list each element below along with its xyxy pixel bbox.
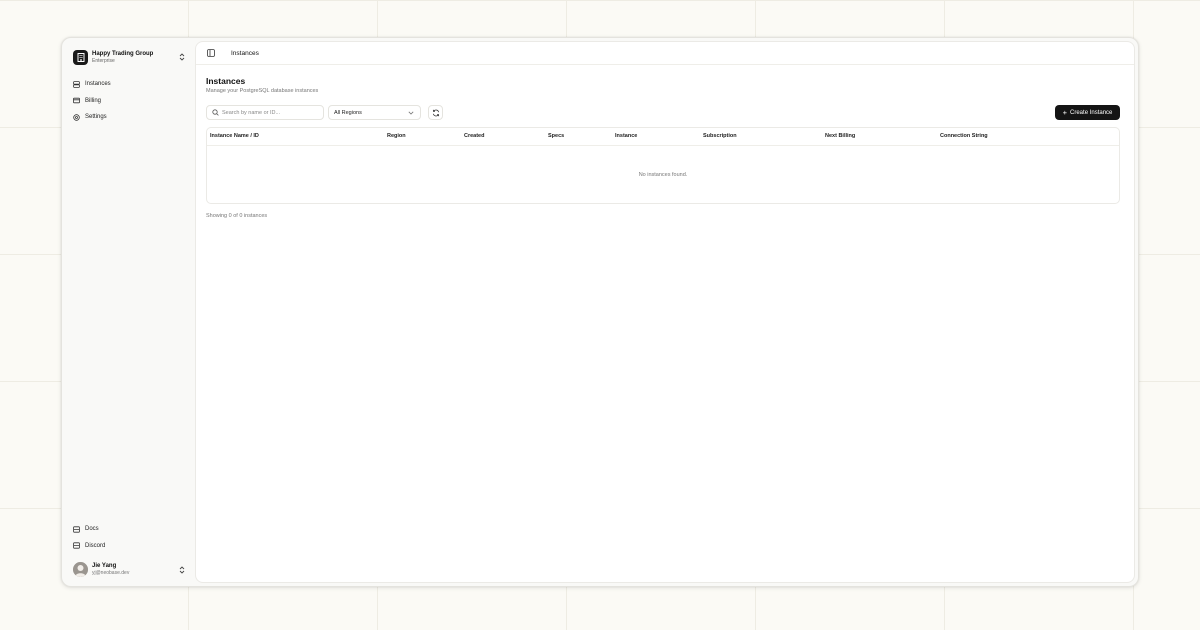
sidebar-toggle-icon[interactable] [206,48,216,58]
chevrons-up-down-icon [178,52,186,62]
topbar: Instances [196,42,1134,65]
column-header-connection-string[interactable]: Connection String [940,133,988,140]
sidebar-item-label: Instances [85,81,111,87]
sidebar-item-label: Billing [85,97,102,104]
user-email: yj@neobase.dev [92,570,130,576]
chevron-down-icon [408,111,414,115]
column-header-next-billing[interactable]: Next Billing [825,133,855,140]
column-header-name[interactable]: Instance Name / ID [210,133,259,140]
org-switcher[interactable]: Happy Trading Group Enterprise [73,49,186,65]
database-icon [73,80,80,88]
column-header-created[interactable]: Created [464,133,484,140]
column-header-specs[interactable]: Specs [548,133,564,140]
user-menu[interactable]: Jie Yang yj@neobase.dev [73,561,186,578]
table-header: Instance Name / ID Region Created Specs … [207,128,1119,146]
sidebar-item-settings[interactable]: Settings [73,111,186,123]
column-header-instance[interactable]: Instance [615,133,637,140]
refresh-icon [432,109,439,116]
sidebar-bottom-nav: Docs Discord [73,523,186,556]
results-count: Showing 0 of 0 instances [206,213,268,219]
sidebar-item-label: Docs [85,526,99,532]
chat-icon [73,542,80,549]
region-select[interactable]: All Regions [328,105,421,120]
sidebar: Happy Trading Group Enterprise Instances… [62,38,195,586]
column-header-subscription[interactable]: Subscription [703,133,737,140]
gear-icon [73,113,80,121]
sidebar-nav: Instances Billing Settings [73,78,186,128]
main-panel: Instances Instances Manage your PostgreS… [195,41,1135,583]
book-icon [73,525,80,533]
chevrons-up-down-icon [178,565,186,575]
create-instance-label: Create Instance [1070,109,1113,116]
page-subtitle: Manage your PostgreSQL database instance… [206,87,319,94]
create-instance-button[interactable]: + Create Instance [1055,105,1120,120]
sidebar-item-instances[interactable]: Instances [73,78,186,90]
search-input[interactable] [222,109,317,116]
refresh-button[interactable] [428,105,443,120]
app-window: Happy Trading Group Enterprise Instances… [61,37,1139,587]
plus-icon: + [1062,107,1068,117]
search-box[interactable] [206,105,324,120]
sidebar-item-docs[interactable]: Docs [73,523,186,535]
breadcrumb: Instances [231,49,259,57]
toolbar: All Regions + Create Instance [206,105,1120,120]
region-select-value: All Regions [334,109,362,116]
page-header: Instances Manage your PostgreSQL databas… [206,77,318,94]
avatar [73,562,88,577]
sidebar-item-label: Settings [85,114,107,120]
search-icon [212,109,219,116]
sidebar-item-billing[interactable]: Billing [73,95,186,107]
instances-table: Instance Name / ID Region Created Specs … [206,127,1120,204]
sidebar-item-label: Discord [85,542,106,549]
sidebar-item-discord[interactable]: Discord [73,540,186,552]
empty-state-message: No instances found. [638,171,688,178]
column-header-region[interactable]: Region [387,133,406,140]
org-name: Happy Trading Group [92,50,154,57]
building-icon [73,49,88,65]
user-name: Jie Yang [92,563,117,569]
credit-card-icon [73,97,80,104]
org-plan: Enterprise [92,57,115,64]
page-title: Instances [206,76,246,86]
